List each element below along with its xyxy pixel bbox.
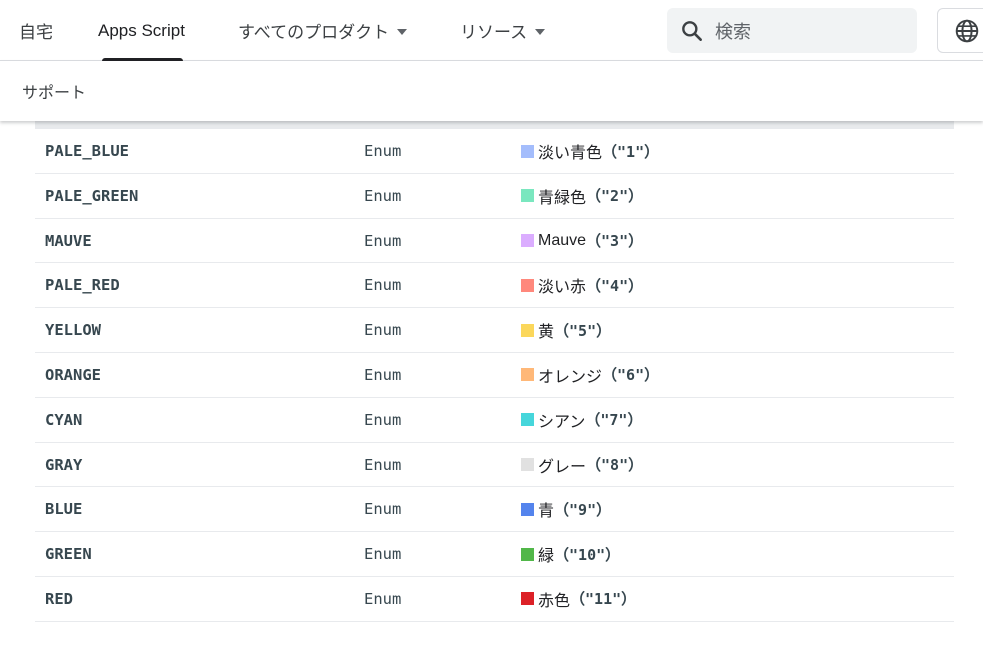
nav-all-products-label: すべてのプロダクト	[238, 23, 390, 42]
enum-name: PALE_RED	[45, 276, 120, 295]
enum-name: MAUVE	[45, 231, 92, 250]
color-id: （"10"）	[554, 545, 621, 564]
enum-name: GREEN	[45, 545, 92, 564]
nav-home-label: 自宅	[19, 23, 53, 42]
enum-description: 緑（"10"）	[521, 532, 620, 576]
enum-type: Enum	[364, 455, 402, 474]
color-id: （"1"）	[602, 142, 660, 161]
color-label: 緑	[538, 548, 555, 566]
color-label: 赤色	[538, 592, 571, 610]
search-input[interactable]: 検索	[715, 18, 751, 44]
enum-table: PALE_BLUE Enum 淡い青色 （"1"） PALE_GREEN Enum 青緑色（…	[35, 121, 954, 622]
enum-type: Enum	[364, 589, 402, 608]
caret-down-icon	[535, 28, 546, 35]
enum-name: GRAY	[45, 455, 83, 474]
color-swatch	[521, 278, 534, 292]
language-button[interactable]	[937, 8, 983, 53]
color-label: 黄	[538, 324, 555, 342]
enum-name: PALE_BLUE	[45, 142, 129, 160]
color-swatch	[521, 144, 534, 158]
enum-type: Enum	[364, 500, 402, 519]
table-row: CYAN Enum シアン （"7"）	[35, 398, 954, 443]
enum-description: 赤色 （"11"）	[521, 577, 636, 621]
color-swatch	[521, 189, 534, 203]
color-label: グレー	[538, 458, 587, 476]
table-row: MAUVE Enum Mauve （"3"）	[35, 219, 954, 264]
table-row: RED Enum 赤色 （"11"）	[35, 577, 954, 622]
color-label: 淡い赤	[538, 279, 587, 297]
color-label: 青緑色	[538, 189, 587, 207]
table-header	[35, 121, 954, 129]
color-label: 青	[538, 503, 555, 521]
color-swatch	[521, 234, 534, 248]
nav-all-products[interactable]: すべてのプロダクト	[238, 0, 408, 61]
enum-description: 黄（"5"）	[521, 308, 611, 352]
enum-description: オレンジ （"6"）	[521, 353, 659, 397]
color-swatch	[521, 547, 534, 561]
top-navigation-bar: 自宅 Apps Script すべてのプロダクト リソース 検索	[0, 0, 983, 61]
color-id: （"9"）	[554, 500, 612, 519]
enum-description: シアン （"7"）	[521, 398, 642, 442]
nav-home[interactable]: 自宅	[19, 0, 53, 61]
secondary-navigation-bar: サポート	[0, 61, 983, 121]
enum-name: RED	[45, 589, 73, 608]
color-label: オレンジ	[538, 368, 603, 386]
color-id: （"11"）	[570, 590, 637, 609]
enum-description: グレー （"8"）	[521, 443, 643, 487]
search-icon[interactable]	[679, 18, 705, 44]
table-row: YELLOW Enum 黄（"5"）	[35, 308, 954, 353]
enum-type: Enum	[364, 276, 402, 295]
color-swatch	[521, 458, 534, 472]
enum-name: CYAN	[45, 410, 83, 429]
enum-type: Enum	[364, 186, 402, 205]
enum-type: Enum	[364, 545, 402, 564]
enum-type: Enum	[364, 365, 402, 384]
table-row: PALE_GREEN Enum 青緑色 （"2"）	[35, 174, 954, 219]
enum-description: 青緑色 （"2"）	[521, 174, 643, 218]
nav-support[interactable]: サポート	[22, 61, 86, 121]
enum-name: PALE_GREEN	[45, 186, 139, 205]
enum-description: 青（"9"）	[521, 487, 611, 531]
color-label: 淡い青色	[538, 145, 603, 162]
color-swatch	[521, 368, 534, 382]
search-box[interactable]: 検索	[667, 8, 917, 53]
nav-support-label: サポート	[22, 85, 87, 102]
enum-name: YELLOW	[45, 321, 101, 340]
color-swatch	[521, 502, 534, 516]
table-row: GRAY Enum グレー （"8"）	[35, 443, 954, 488]
caret-down-icon	[397, 28, 408, 35]
table-row: GREEN Enum 緑（"10"）	[35, 532, 954, 577]
enum-name: BLUE	[45, 500, 83, 519]
table-row: PALE_BLUE Enum 淡い青色 （"1"）	[35, 129, 954, 174]
enum-name: ORANGE	[45, 365, 101, 384]
enum-type: Enum	[364, 321, 402, 340]
table-row: PALE_RED Enum 淡い赤 （"4"）	[35, 263, 954, 309]
nav-resources-label: リソース	[460, 23, 528, 42]
nav-apps-script-label: Apps Script	[98, 20, 185, 40]
color-swatch	[521, 323, 534, 337]
color-label: Mauve	[538, 231, 587, 249]
color-id: （"7"）	[585, 411, 643, 430]
color-swatch	[521, 592, 534, 606]
color-id: （"5"）	[554, 321, 612, 340]
globe-icon	[955, 19, 979, 42]
nav-resources[interactable]: リソース	[460, 0, 546, 61]
table-body: PALE_BLUE Enum 淡い青色 （"1"） PALE_GREEN Enum 青緑色（…	[35, 129, 954, 622]
enum-type: Enum	[364, 410, 402, 429]
color-id: （"8"）	[586, 456, 644, 475]
color-id: （"6"）	[602, 366, 660, 385]
table-row: ORANGE Enum オレンジ （"6"）	[35, 353, 954, 398]
color-id: （"4"）	[586, 276, 644, 295]
enum-description: 淡い青色 （"1"）	[521, 129, 659, 173]
enum-description: 淡い赤 （"4"）	[521, 263, 643, 307]
enum-type: Enum	[364, 142, 402, 160]
enum-description: Mauve （"3"）	[521, 219, 643, 263]
color-id: （"2"）	[586, 187, 644, 206]
color-swatch	[521, 413, 534, 427]
enum-type: Enum	[364, 231, 402, 250]
color-id: （"3"）	[586, 232, 644, 251]
nav-apps-script[interactable]: Apps Script	[98, 0, 185, 61]
table-row: BLUE Enum 青（"9"）	[35, 487, 954, 533]
color-label: シアン	[538, 413, 586, 431]
